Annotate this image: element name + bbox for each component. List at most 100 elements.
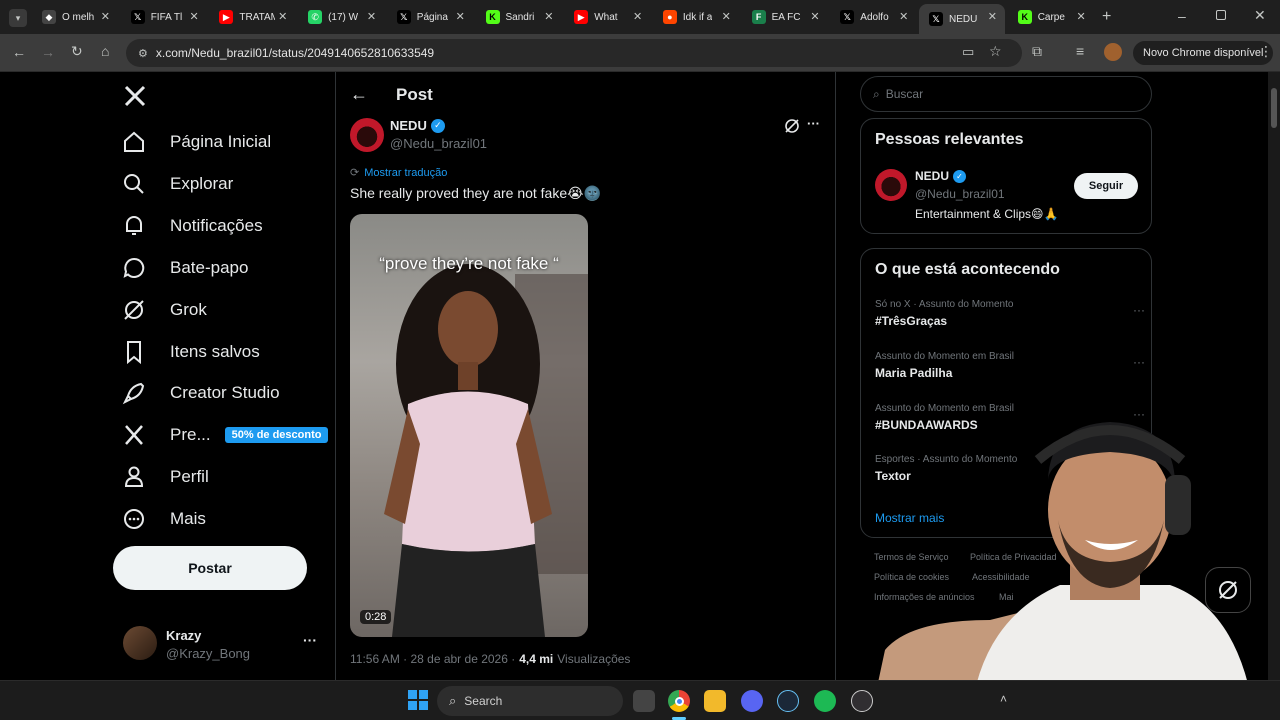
card-title: Pessoas relevantes: [875, 131, 1024, 148]
scrollbar-thumb[interactable]: [1271, 88, 1277, 128]
extensions-icon[interactable]: ⧉: [1032, 43, 1042, 60]
x-logo-icon[interactable]: [123, 84, 147, 108]
post-video[interactable]: “prove they’re not fake “ 0:28: [350, 214, 588, 637]
tab-search-icon[interactable]: ▾: [9, 9, 27, 27]
close-tab-icon[interactable]: ✕: [544, 10, 553, 23]
close-tab-icon[interactable]: ✕: [899, 10, 908, 23]
close-tab-icon[interactable]: ✕: [722, 10, 731, 23]
reload-icon[interactable]: ↻: [71, 43, 83, 60]
account-name: Krazy: [166, 628, 202, 643]
post-button[interactable]: Postar: [113, 546, 307, 590]
author-name[interactable]: NEDU: [390, 118, 427, 133]
promo-badge[interactable]: 50% de desconto: [224, 427, 329, 444]
browser-tab[interactable]: K Sandri ✕: [476, 4, 562, 30]
address-bar[interactable]: ⚙ x.com/Nedu_brazil01/status/20491406528…: [126, 39, 1022, 67]
chrome-icon[interactable]: [668, 690, 690, 712]
nav-item-bell[interactable]: Notificações: [113, 206, 263, 246]
close-window-icon[interactable]: ✕: [1254, 7, 1266, 24]
x-icon: 𝕏: [130, 10, 145, 24]
browser-tab[interactable]: K Carpe ✕: [1008, 4, 1094, 30]
close-tab-icon[interactable]: ✕: [633, 10, 642, 23]
tab-label: (17) W: [328, 11, 359, 23]
install-app-icon[interactable]: ▭: [962, 44, 974, 60]
relevant-avatar[interactable]: [875, 169, 907, 201]
video-caption: “prove they’re not fake “: [379, 254, 559, 273]
account-switcher[interactable]: Krazy @Krazy_Bong ···: [123, 622, 333, 662]
tab-label: Sandri: [505, 11, 535, 23]
close-tab-icon[interactable]: ✕: [456, 10, 465, 23]
media-control-icon[interactable]: ≡: [1076, 43, 1084, 59]
steam-icon[interactable]: [777, 690, 799, 712]
browser-tab[interactable]: ✆ (17) W ✕: [298, 4, 384, 30]
back-icon[interactable]: ←: [12, 44, 26, 60]
nav-item-home[interactable]: Página Inicial: [113, 122, 271, 162]
close-tab-icon[interactable]: ✕: [1076, 10, 1085, 23]
browser-tab[interactable]: ▶ TRATAM ✕: [209, 4, 295, 30]
show-translation-link[interactable]: Mostrar tradução: [364, 167, 447, 179]
trend-more-icon[interactable]: ···: [1133, 355, 1145, 369]
nav-item-label: Itens salvos: [170, 341, 260, 361]
search-input[interactable]: ⌕ Buscar: [860, 76, 1152, 112]
browser-tab[interactable]: ◆ O melh ✕: [32, 4, 118, 30]
nav-item-x-premium[interactable]: Pre... 50% de desconto: [113, 415, 329, 455]
trend-item[interactable]: Assunto do Momento em Brasil Maria Padilh…: [875, 351, 1145, 380]
file-explorer-icon[interactable]: [704, 690, 726, 712]
close-tab-icon[interactable]: ✕: [367, 10, 376, 23]
post-timestamp[interactable]: 11:56 AM · 28 de abr de 2026 ·: [350, 652, 515, 666]
new-tab-icon[interactable]: +: [1102, 8, 1111, 26]
relevant-name[interactable]: NEDU: [915, 169, 949, 183]
bookmark-icon: [121, 339, 147, 365]
kick-icon: K: [485, 10, 500, 24]
task-view-icon[interactable]: [633, 690, 655, 712]
obs-icon[interactable]: [851, 690, 873, 712]
browser-tab[interactable]: 𝕏 FIFA Tl ✕: [121, 4, 207, 30]
browser-tab[interactable]: ● Idk if a ✕: [653, 4, 739, 30]
bookmark-star-icon[interactable]: ☆: [989, 43, 1002, 60]
nav-item-search[interactable]: Explorar: [113, 164, 233, 204]
follow-button[interactable]: Seguir: [1074, 173, 1138, 199]
author-avatar[interactable]: [350, 118, 384, 152]
back-arrow-icon[interactable]: ←: [350, 84, 368, 105]
tray-chevron-icon[interactable]: ˄: [1000, 692, 1007, 706]
nav-item-more-circle[interactable]: Mais: [113, 499, 206, 539]
browser-tab[interactable]: 𝕏 NEDU ✕: [919, 4, 1005, 34]
trend-more-icon[interactable]: ···: [1133, 407, 1145, 421]
nav-item-bookmark[interactable]: Itens salvos: [113, 332, 260, 372]
chrome-menu-icon[interactable]: ⋮: [1259, 43, 1273, 60]
home-browser-icon[interactable]: ⌂: [101, 43, 109, 59]
profile-avatar-icon[interactable]: [1104, 43, 1122, 61]
nav-item-person[interactable]: Perfil: [113, 457, 209, 497]
browser-tab[interactable]: ▶ What ✕: [564, 4, 650, 30]
nav-item-chat[interactable]: Bate-papo: [113, 248, 248, 288]
browser-tab[interactable]: F EA FC ✕: [742, 4, 828, 30]
new-chrome-badge[interactable]: Novo Chrome disponível: [1133, 41, 1274, 65]
forward-icon[interactable]: →: [41, 44, 55, 60]
relevant-handle[interactable]: @Nedu_brazil01: [915, 187, 1005, 201]
taskbar-search[interactable]: ⌕ Search: [437, 686, 623, 716]
close-tab-icon[interactable]: ✕: [189, 10, 198, 23]
close-tab-icon[interactable]: ✕: [278, 10, 287, 23]
discord-icon[interactable]: [741, 690, 763, 712]
grok-post-icon[interactable]: [784, 118, 800, 134]
x-icon: 𝕏: [929, 12, 943, 26]
minimize-icon[interactable]: –: [1178, 8, 1186, 24]
trend-more-icon[interactable]: ···: [1133, 303, 1145, 317]
spotify-icon[interactable]: [814, 690, 836, 712]
browser-tab[interactable]: 𝕏 Adolfo ✕: [830, 4, 916, 30]
site-info-icon[interactable]: ⚙: [138, 47, 148, 60]
close-tab-icon[interactable]: ✕: [810, 10, 819, 23]
nav-item-rocket[interactable]: Creator Studio: [113, 373, 280, 413]
windows-start-icon[interactable]: [408, 690, 428, 710]
bell-icon: [121, 213, 147, 239]
trend-item[interactable]: Só no X · Assunto do Momento #TrêsGraças ·…: [875, 299, 1145, 328]
search-icon: [121, 171, 147, 197]
close-tab-icon[interactable]: ✕: [988, 10, 997, 23]
restore-icon[interactable]: [1216, 10, 1226, 20]
browser-tab[interactable]: 𝕏 Página ✕: [387, 4, 473, 30]
author-handle[interactable]: @Nedu_brazil01: [390, 136, 487, 151]
close-tab-icon[interactable]: ✕: [101, 10, 110, 23]
nav-item-grok[interactable]: Grok: [113, 290, 207, 330]
translate-icon: ⟳: [350, 167, 360, 179]
post-more-icon[interactable]: ···: [807, 116, 820, 131]
account-more-icon[interactable]: ···: [303, 632, 317, 648]
